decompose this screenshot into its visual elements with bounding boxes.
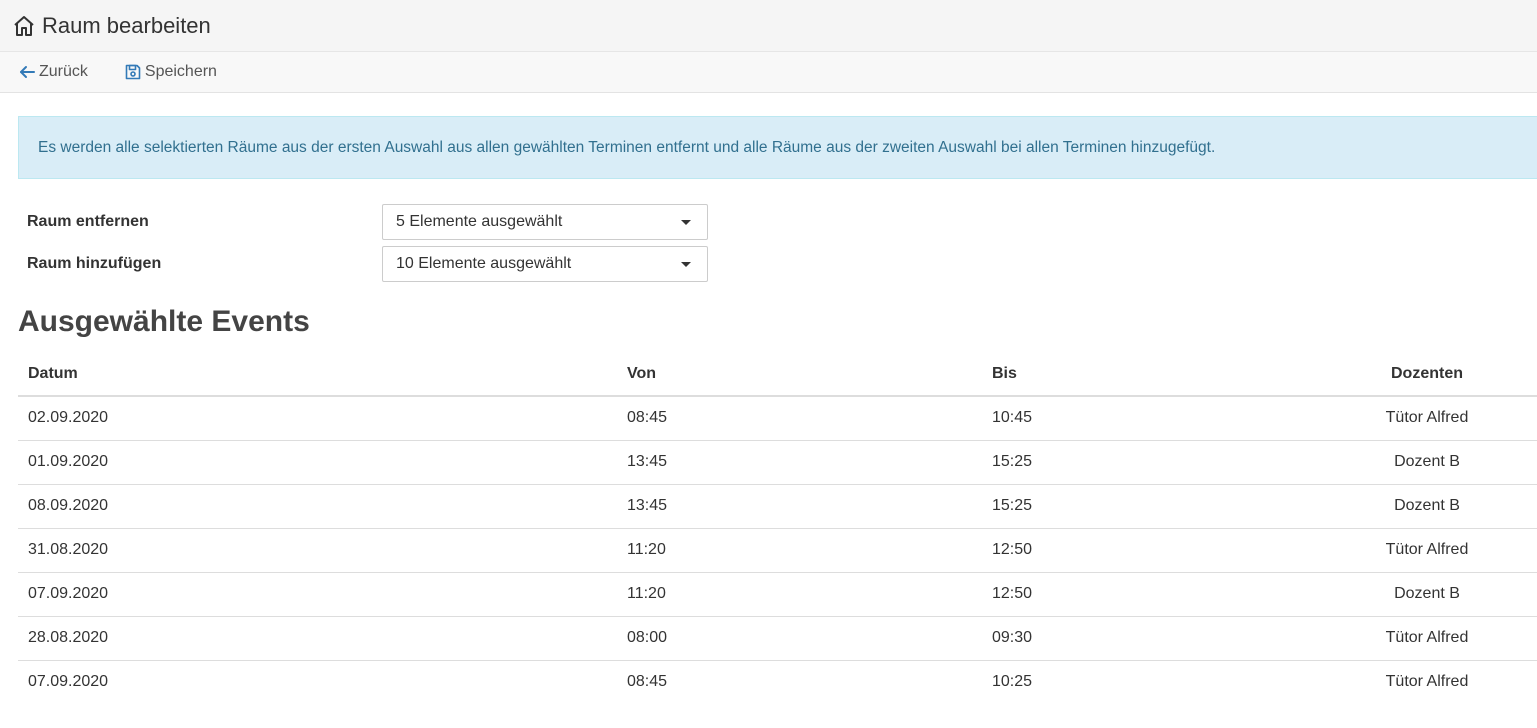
- cell-von: 08:00: [627, 616, 992, 661]
- cell-dozenten: Dozent B: [1317, 572, 1537, 617]
- cell-datum: 28.08.2020: [18, 616, 627, 661]
- cell-datum: 02.09.2020: [18, 396, 627, 441]
- toolbar: Zurück Speichern: [0, 52, 1537, 93]
- home-icon: [14, 15, 34, 36]
- table-row[interactable]: 31.08.2020 11:20 12:50 Tütor Alfred: [18, 528, 1537, 573]
- cell-dozenten: Tütor Alfred: [1317, 616, 1537, 661]
- table-row[interactable]: 01.09.2020 13:45 15:25 Dozent B: [18, 440, 1537, 485]
- arrow-left-icon: [20, 66, 35, 78]
- cell-von: 11:20: [627, 528, 992, 573]
- table-row[interactable]: 02.09.2020 08:45 10:45 Tütor Alfred: [18, 396, 1537, 441]
- add-room-select[interactable]: 10 Elemente ausgewählt: [382, 246, 708, 282]
- cell-bis: 15:25: [992, 484, 1317, 529]
- cell-bis: 09:30: [992, 616, 1317, 661]
- cell-von: 11:20: [627, 572, 992, 617]
- table-row[interactable]: 07.09.2020 11:20 12:50 Dozent B: [18, 572, 1537, 617]
- column-header-dozenten[interactable]: Dozenten: [1317, 352, 1537, 397]
- table-row[interactable]: 07.09.2020 08:45 10:25 Tütor Alfred: [18, 660, 1537, 704]
- cell-datum: 07.09.2020: [28, 673, 109, 691]
- remove-room-select[interactable]: 5 Elemente ausgewählt: [382, 204, 708, 240]
- caret-down-icon: [681, 262, 691, 267]
- add-room-value: 10 Elemente ausgewählt: [396, 255, 572, 272]
- save-icon: [125, 64, 141, 80]
- save-button-label: Speichern: [144, 63, 217, 80]
- column-header-von[interactable]: Von: [627, 352, 992, 397]
- cell-von: 08:45: [627, 396, 992, 441]
- back-button-label: Zurück: [39, 63, 88, 80]
- column-header-bis[interactable]: Bis: [992, 352, 1317, 397]
- cell-dozenten: Dozent B: [1317, 440, 1537, 485]
- cell-von: 13:45: [627, 440, 992, 485]
- cell-dozenten: Tütor Alfred: [1385, 673, 1469, 691]
- table-row[interactable]: 08.09.2020 13:45 15:25 Dozent B: [18, 484, 1537, 529]
- cell-datum: 07.09.2020: [18, 572, 627, 617]
- cell-von: 08:45: [627, 673, 668, 691]
- cell-datum: 08.09.2020: [18, 484, 627, 529]
- remove-room-label: Raum entfernen: [27, 213, 149, 230]
- back-button[interactable]: Zurück: [18, 63, 88, 81]
- table-row[interactable]: 28.08.2020 08:00 09:30 Tütor Alfred: [18, 616, 1537, 661]
- page-header: Raum bearbeiten: [0, 0, 1537, 52]
- table-header-row: Datum Von Bis Dozenten: [18, 352, 1537, 397]
- remove-room-value: 5 Elemente ausgewählt: [396, 213, 563, 230]
- cell-bis: 12:50: [992, 528, 1317, 573]
- cell-datum: 01.09.2020: [18, 440, 627, 485]
- info-alert: Es werden alle selektierten Räume aus de…: [18, 116, 1537, 179]
- cell-bis: 10:45: [992, 396, 1317, 441]
- form-row-add-room: Raum hinzufügen 10 Elemente ausgewählt: [0, 246, 1537, 282]
- cell-von: 13:45: [627, 484, 992, 529]
- section-title: Ausgewählte Events: [18, 305, 310, 338]
- form-row-remove-room: Raum entfernen 5 Elemente ausgewählt: [0, 204, 1537, 240]
- save-button[interactable]: Speichern: [124, 63, 217, 81]
- cell-datum: 31.08.2020: [18, 528, 627, 573]
- cell-dozenten: Dozent B: [1317, 484, 1537, 529]
- cell-dozenten: Tütor Alfred: [1317, 528, 1537, 573]
- cell-bis: 15:25: [992, 440, 1317, 485]
- column-header-datum[interactable]: Datum: [18, 352, 627, 397]
- events-table: Datum Von Bis Dozenten 02.09.2020 08:45 …: [18, 352, 1537, 704]
- caret-down-icon: [681, 220, 691, 225]
- page-title: Raum bearbeiten: [42, 12, 211, 38]
- cell-bis: 12:50: [992, 572, 1317, 617]
- cell-bis: 10:25: [992, 673, 1033, 691]
- cell-dozenten: Tütor Alfred: [1317, 396, 1537, 441]
- add-room-label: Raum hinzufügen: [27, 255, 162, 272]
